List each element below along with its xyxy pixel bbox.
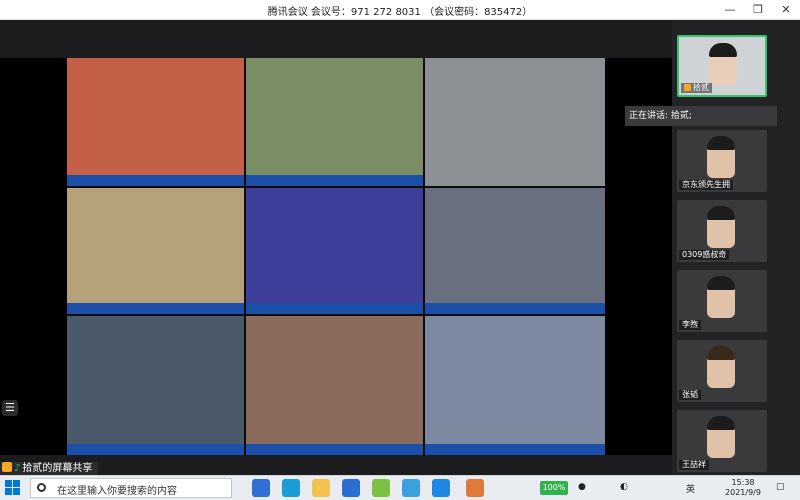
- participant-tile[interactable]: 0309惑叔奇: [677, 200, 767, 262]
- restore-icon[interactable]: ❐: [750, 2, 766, 18]
- minimize-icon[interactable]: —: [722, 2, 738, 18]
- video-cell-8: [246, 316, 423, 455]
- taskbar-clock[interactable]: 15:38 2021/9/9: [718, 478, 768, 498]
- user-icon: [2, 462, 12, 472]
- clock-time: 15:38: [731, 478, 755, 487]
- video-frame: [246, 188, 423, 314]
- news-ticker: [246, 175, 423, 186]
- video-frame: [425, 188, 605, 314]
- video-frame: [246, 58, 423, 186]
- menu-icon[interactable]: ☰: [2, 400, 18, 416]
- search-icon: [37, 483, 46, 492]
- participant-hair: [707, 136, 735, 150]
- participant-hair: [707, 346, 735, 360]
- network-icon[interactable]: ●: [578, 482, 586, 492]
- participant-name: 0309惑叔奇: [679, 250, 730, 260]
- screen-share-area[interactable]: [0, 58, 672, 455]
- video-cell-4: [67, 188, 244, 314]
- participant-name: 拾贰: [681, 83, 712, 93]
- task-view-icon[interactable]: [252, 479, 270, 497]
- search-placeholder: 在这里输入你要搜索的内容: [57, 486, 177, 497]
- video-cell-2: [246, 58, 423, 186]
- participant-tile-self[interactable]: 拾贰: [677, 35, 767, 97]
- participant-tile[interactable]: 李煦: [677, 270, 767, 332]
- wechat-icon[interactable]: [402, 479, 420, 497]
- clock-date: 2021/9/9: [725, 488, 761, 497]
- news-ticker: [67, 303, 244, 314]
- app-icon[interactable]: [466, 479, 484, 497]
- mail-icon[interactable]: [342, 479, 360, 497]
- participant-hair: [707, 206, 735, 220]
- participant-tile[interactable]: 张韬: [677, 340, 767, 402]
- video-frame: [67, 188, 244, 314]
- edge-icon[interactable]: [282, 479, 300, 497]
- participant-hair: [707, 276, 735, 290]
- meeting-stage: ☰: [0, 20, 672, 475]
- video-grid: [67, 58, 605, 455]
- taskbar-search-input[interactable]: 在这里输入你要搜索的内容: [30, 478, 232, 498]
- input-language[interactable]: 英: [686, 482, 695, 495]
- speaking-indicator: 正在讲话: 拾贰;: [625, 106, 777, 126]
- video-frame: [67, 58, 244, 186]
- video-frame: [246, 316, 423, 455]
- participant-name: 李煦: [679, 320, 701, 330]
- participant-hair: [707, 416, 735, 430]
- news-ticker: [67, 175, 244, 186]
- battery-status[interactable]: 100%: [540, 481, 568, 495]
- news-ticker: [425, 444, 605, 455]
- video-cell-3: [425, 58, 605, 186]
- news-ticker: [246, 303, 423, 314]
- taskbar: 在这里输入你要搜索的内容 100% ● ◐ 英 15:38 2021/9/9 ▢: [0, 475, 800, 500]
- video-cell-9: [425, 316, 605, 455]
- close-icon[interactable]: ✕: [778, 2, 794, 18]
- video-cell-7: [67, 316, 244, 455]
- windows-start-icon[interactable]: [4, 479, 22, 497]
- user-icon: [684, 84, 691, 91]
- participant-tile[interactable]: 京东颁先生拥: [677, 130, 767, 192]
- participant-name: 张韬: [679, 390, 701, 400]
- screen-share-label: ♪ 拾贰的屏幕共享: [0, 462, 99, 476]
- notification-icon[interactable]: ▢: [776, 482, 785, 492]
- video-frame: [425, 58, 605, 186]
- meeting-app-icon[interactable]: [432, 479, 450, 497]
- file-explorer-icon[interactable]: [312, 479, 330, 497]
- volume-icon[interactable]: ◐: [620, 482, 628, 492]
- news-ticker: [246, 444, 423, 455]
- news-ticker: [67, 444, 244, 455]
- participant-hair: [709, 43, 737, 57]
- participant-panel: 拾贰 京东颁先生拥 0309惑叔奇 李煦 张韬 王喆祥: [672, 20, 800, 475]
- app-icon[interactable]: [372, 479, 390, 497]
- video-cell-6: [425, 188, 605, 314]
- participant-name: 王喆祥: [679, 460, 709, 470]
- participant-tile[interactable]: 王喆祥: [677, 410, 767, 472]
- participant-name: 京东颁先生拥: [679, 180, 733, 190]
- mic-icon: ♪: [14, 463, 21, 474]
- video-frame: [67, 316, 244, 455]
- video-cell-5: [246, 188, 423, 314]
- window-titlebar: 腾讯会议 会议号：971 272 8031 （会议密码：835472） — ❐ …: [0, 0, 800, 20]
- share-label-text: 拾贰的屏幕共享: [22, 463, 93, 474]
- news-ticker: [425, 303, 605, 314]
- video-cell-1: [67, 58, 244, 186]
- window-title: 腾讯会议 会议号：971 272 8031 （会议密码：835472）: [267, 7, 533, 18]
- video-frame: [425, 316, 605, 455]
